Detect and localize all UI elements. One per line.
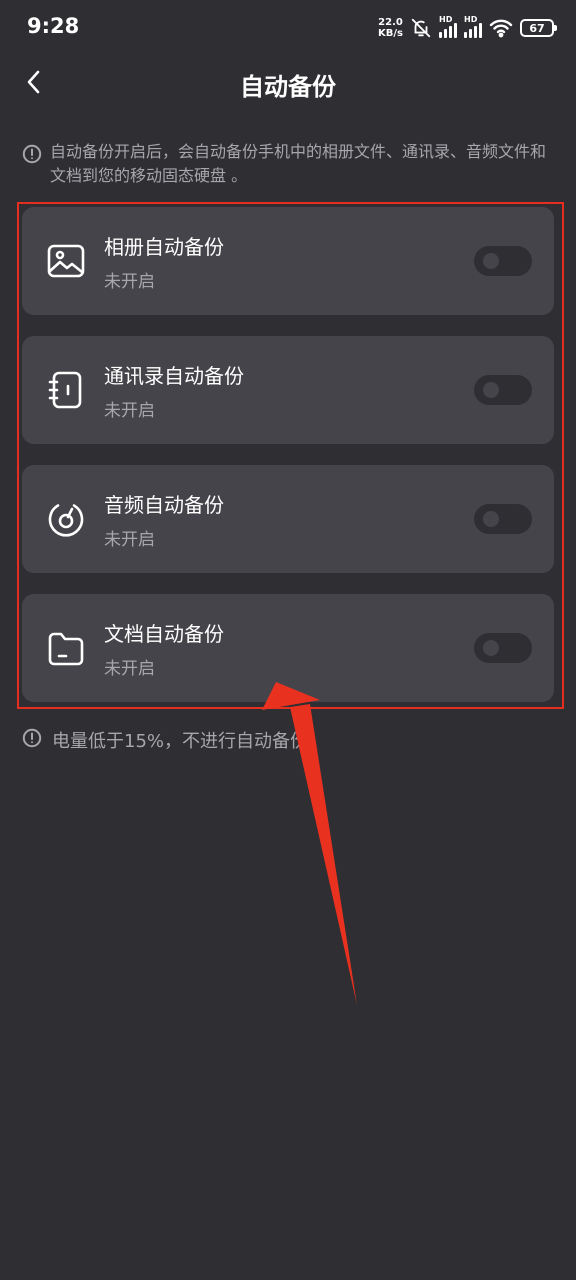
page-title: 自动备份: [240, 73, 336, 101]
status-bar: 9:28 22.0 KB/s HD HD 67: [0, 0, 576, 56]
battery-note: 电量低于15%，不进行自动备份: [22, 727, 308, 753]
folder-icon: [46, 628, 86, 668]
backup-item-title: 通讯录自动备份: [104, 364, 244, 388]
wifi-icon: [489, 18, 513, 38]
toggle-knob: [483, 511, 499, 527]
audio-backup-toggle[interactable]: [474, 504, 532, 534]
toggle-knob: [483, 640, 499, 656]
network-speed-value: 22.0: [378, 17, 403, 28]
mute-icon: [410, 17, 432, 39]
backup-item-title: 音频自动备份: [104, 493, 224, 517]
contacts-book-icon: [46, 370, 86, 410]
battery-icon: 67: [520, 19, 557, 37]
signal-icon-2: HD: [464, 15, 482, 38]
backup-item-documents[interactable]: 文档自动备份 未开启: [22, 594, 554, 702]
backup-item-photos[interactable]: 相册自动备份 未开启: [22, 207, 554, 315]
backup-item-list: 相册自动备份 未开启 通讯录自动备份 未开启 音频自动备份 未开启 文档自动备份…: [22, 207, 554, 723]
image-icon: [46, 241, 86, 281]
backup-item-title: 相册自动备份: [104, 235, 224, 259]
auto-backup-screen: 9:28 22.0 KB/s HD HD 67 自动备份 自动备份开启后，会自动…: [0, 0, 576, 1280]
backup-item-audio[interactable]: 音频自动备份 未开启: [22, 465, 554, 573]
backup-item-title: 文档自动备份: [104, 622, 224, 646]
network-speed-unit: KB/s: [378, 28, 403, 39]
signal-hd-label-2: HD: [464, 15, 478, 24]
documents-backup-toggle[interactable]: [474, 633, 532, 663]
info-icon: [22, 728, 42, 752]
backup-item-status: 未开启: [104, 530, 155, 550]
signal-icon: HD: [439, 15, 457, 38]
network-speed: 22.0 KB/s: [378, 17, 403, 39]
header: 自动备份: [0, 56, 576, 112]
toggle-knob: [483, 382, 499, 398]
audio-disc-icon: [46, 499, 86, 539]
info-note-text: 自动备份开启后，会自动备份手机中的相册文件、通讯录、音频文件和文档到您的移动固态…: [50, 142, 547, 185]
toggle-knob: [483, 253, 499, 269]
battery-level: 67: [529, 21, 545, 35]
status-time: 9:28: [27, 14, 80, 38]
battery-note-text: 电量低于15%，不进行自动备份: [52, 731, 309, 752]
photos-backup-toggle[interactable]: [474, 246, 532, 276]
info-note: 自动备份开启后，会自动备份手机中的相册文件、通讯录、音频文件和文档到您的移动固态…: [22, 140, 552, 188]
signal-hd-label: HD: [439, 15, 453, 24]
contacts-backup-toggle[interactable]: [474, 375, 532, 405]
backup-item-contacts[interactable]: 通讯录自动备份 未开启: [22, 336, 554, 444]
status-icons: 22.0 KB/s HD HD 67: [378, 14, 557, 42]
info-icon: [22, 144, 42, 168]
backup-item-status: 未开启: [104, 401, 155, 421]
backup-item-status: 未开启: [104, 272, 155, 292]
backup-item-status: 未开启: [104, 659, 155, 679]
